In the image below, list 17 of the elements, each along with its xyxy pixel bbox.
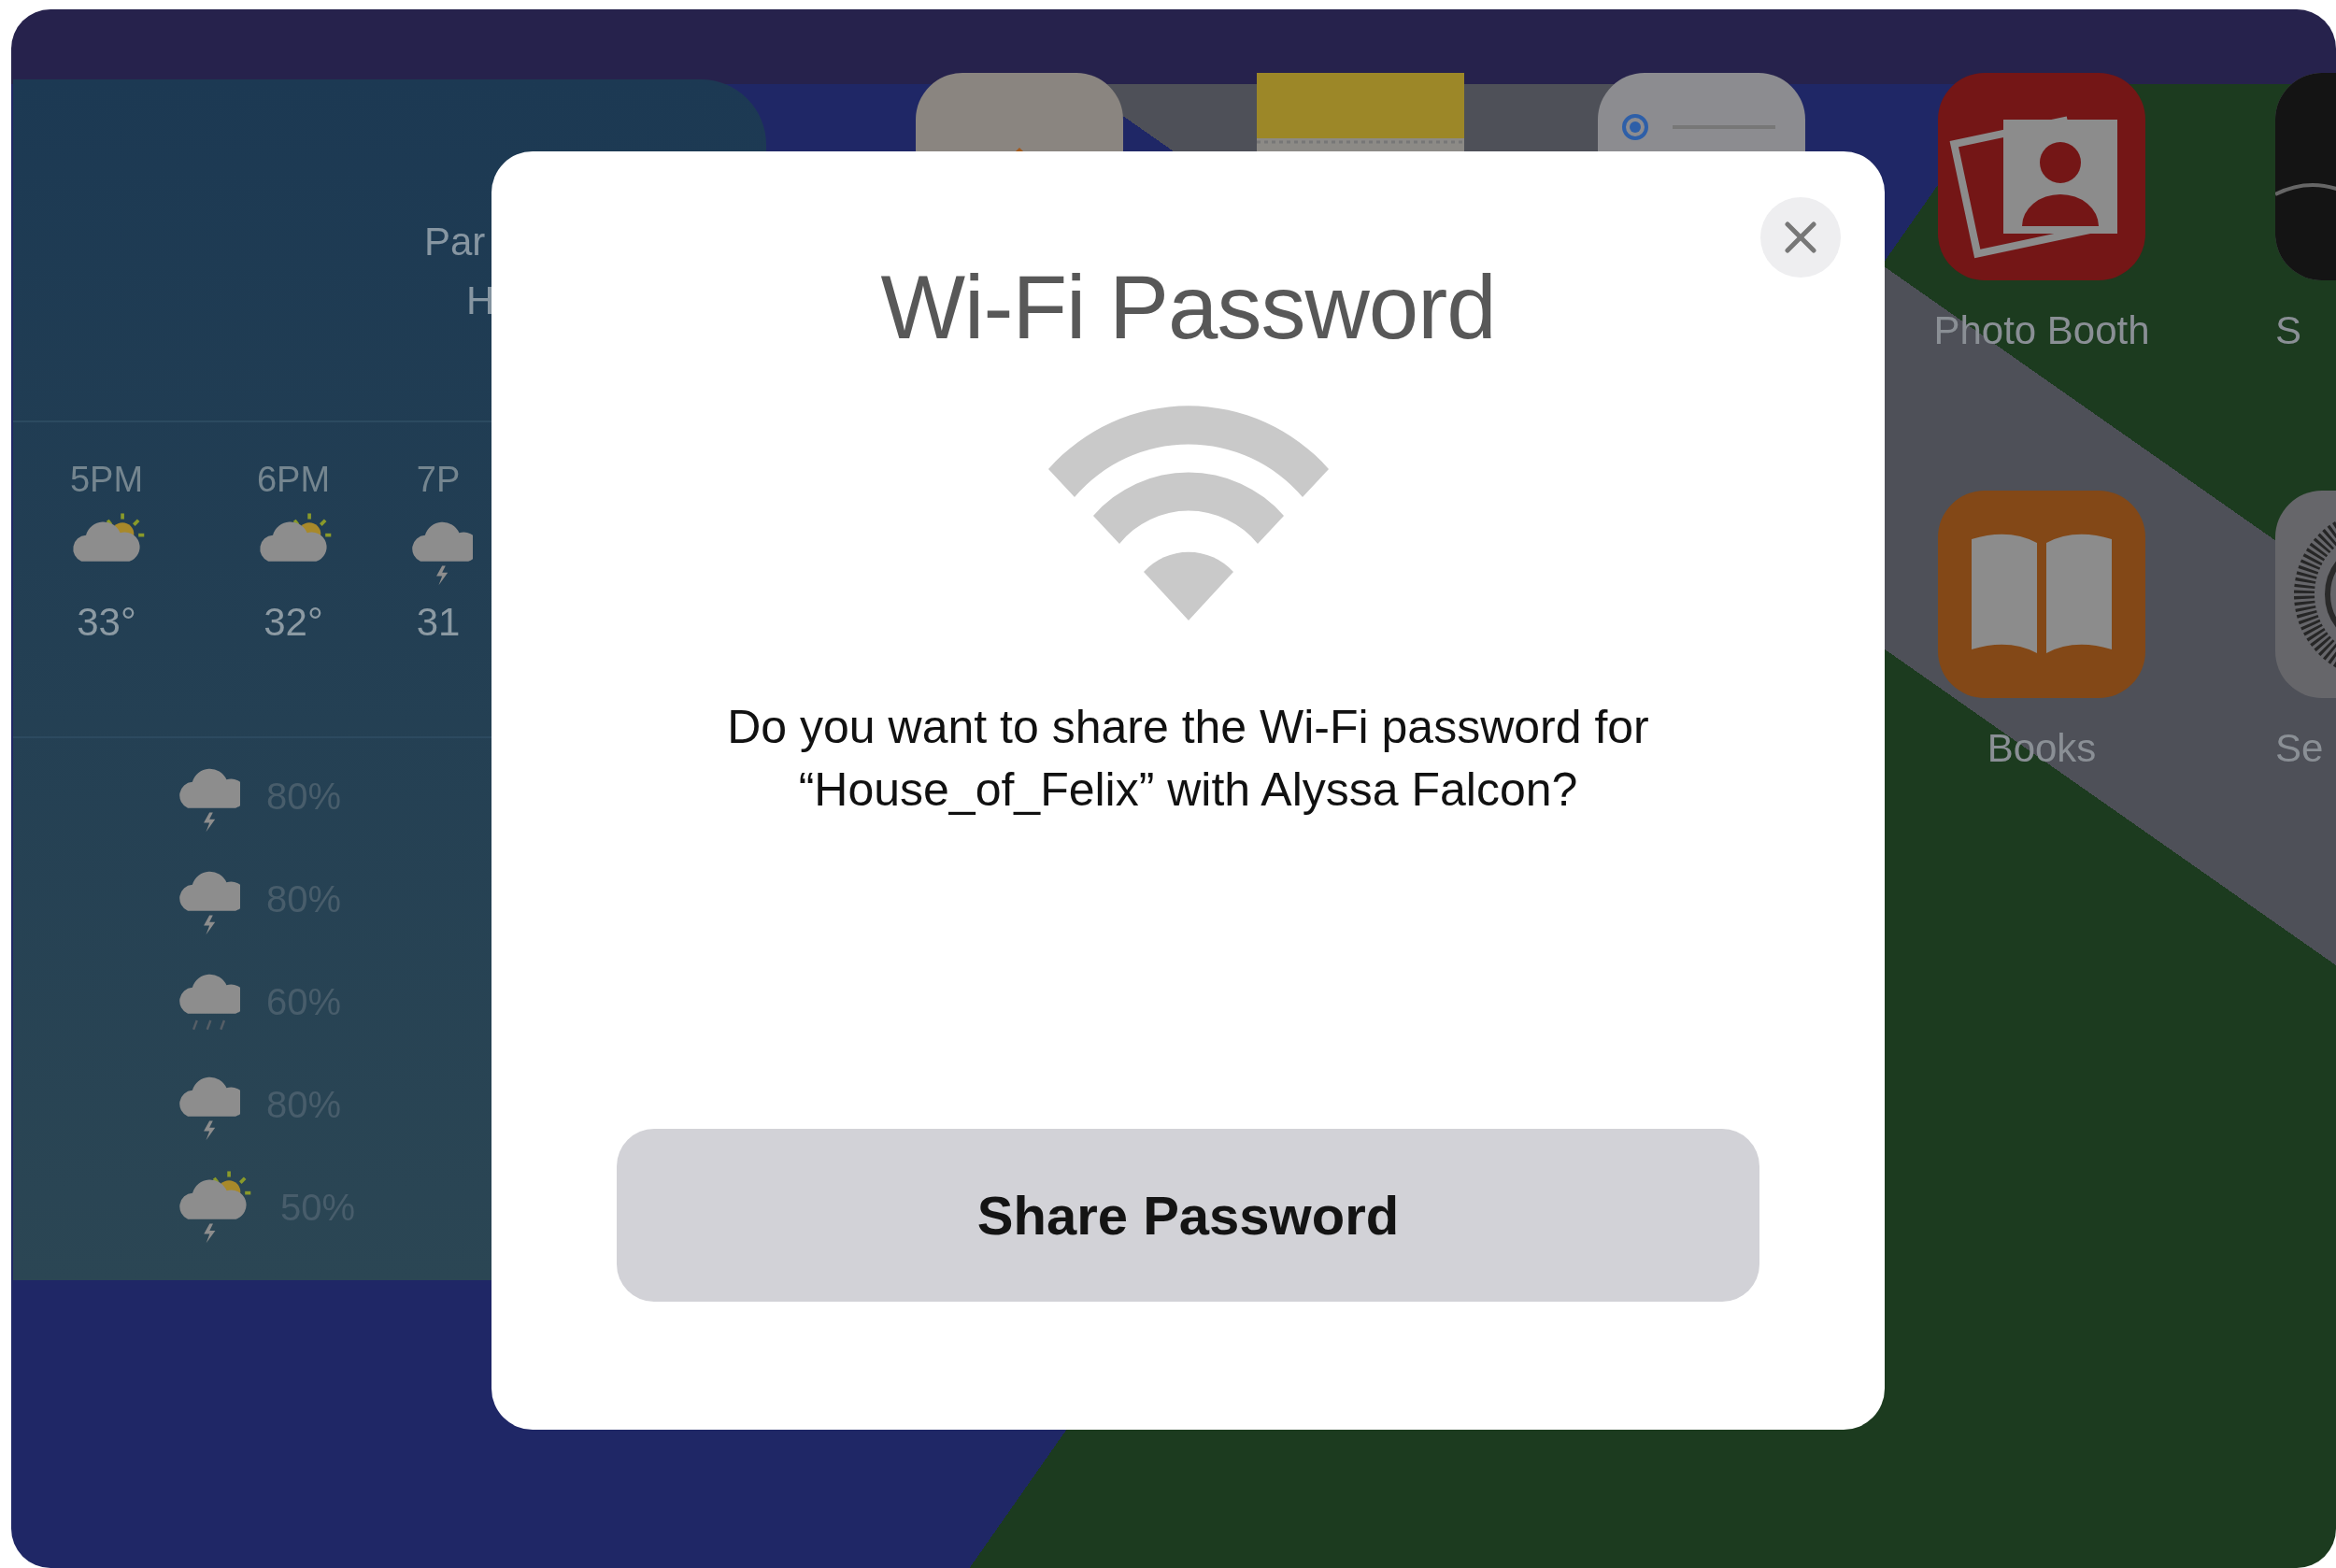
app-label: Photo Booth bbox=[1933, 308, 2150, 353]
app-label: Books bbox=[1987, 726, 2097, 771]
photo-booth-app-icon[interactable] bbox=[1938, 73, 2145, 280]
hour-label: 6PM bbox=[256, 460, 331, 500]
dialog-title: Wi-Fi Password bbox=[880, 256, 1496, 359]
close-icon bbox=[1784, 221, 1817, 254]
temperature-text: 31 bbox=[416, 600, 461, 645]
open-book-app-icon[interactable] bbox=[1938, 491, 2145, 698]
temperature-text: 33° bbox=[77, 600, 136, 645]
temperature-text: 32° bbox=[264, 600, 323, 645]
app-label: Se bbox=[2275, 726, 2324, 771]
share-password-button[interactable]: Share Password bbox=[617, 1129, 1759, 1302]
hour-label: 5PM bbox=[69, 460, 144, 500]
location-text: H bbox=[466, 278, 495, 323]
location-text: Par bbox=[424, 220, 486, 264]
app-label: S bbox=[2275, 308, 2301, 353]
hour-label: 7P bbox=[416, 460, 461, 500]
